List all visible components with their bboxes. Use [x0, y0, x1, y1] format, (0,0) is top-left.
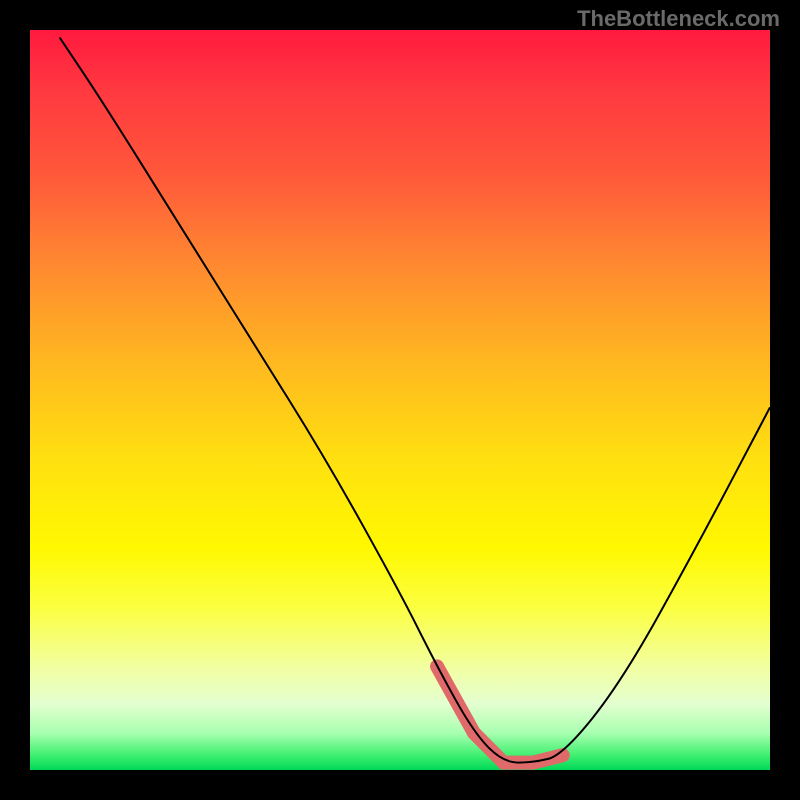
curve-svg — [30, 30, 770, 770]
bottleneck-curve-line — [60, 37, 770, 762]
highlight-segment — [437, 666, 563, 762]
plot-area — [30, 30, 770, 770]
watermark-text: TheBottleneck.com — [577, 6, 780, 32]
